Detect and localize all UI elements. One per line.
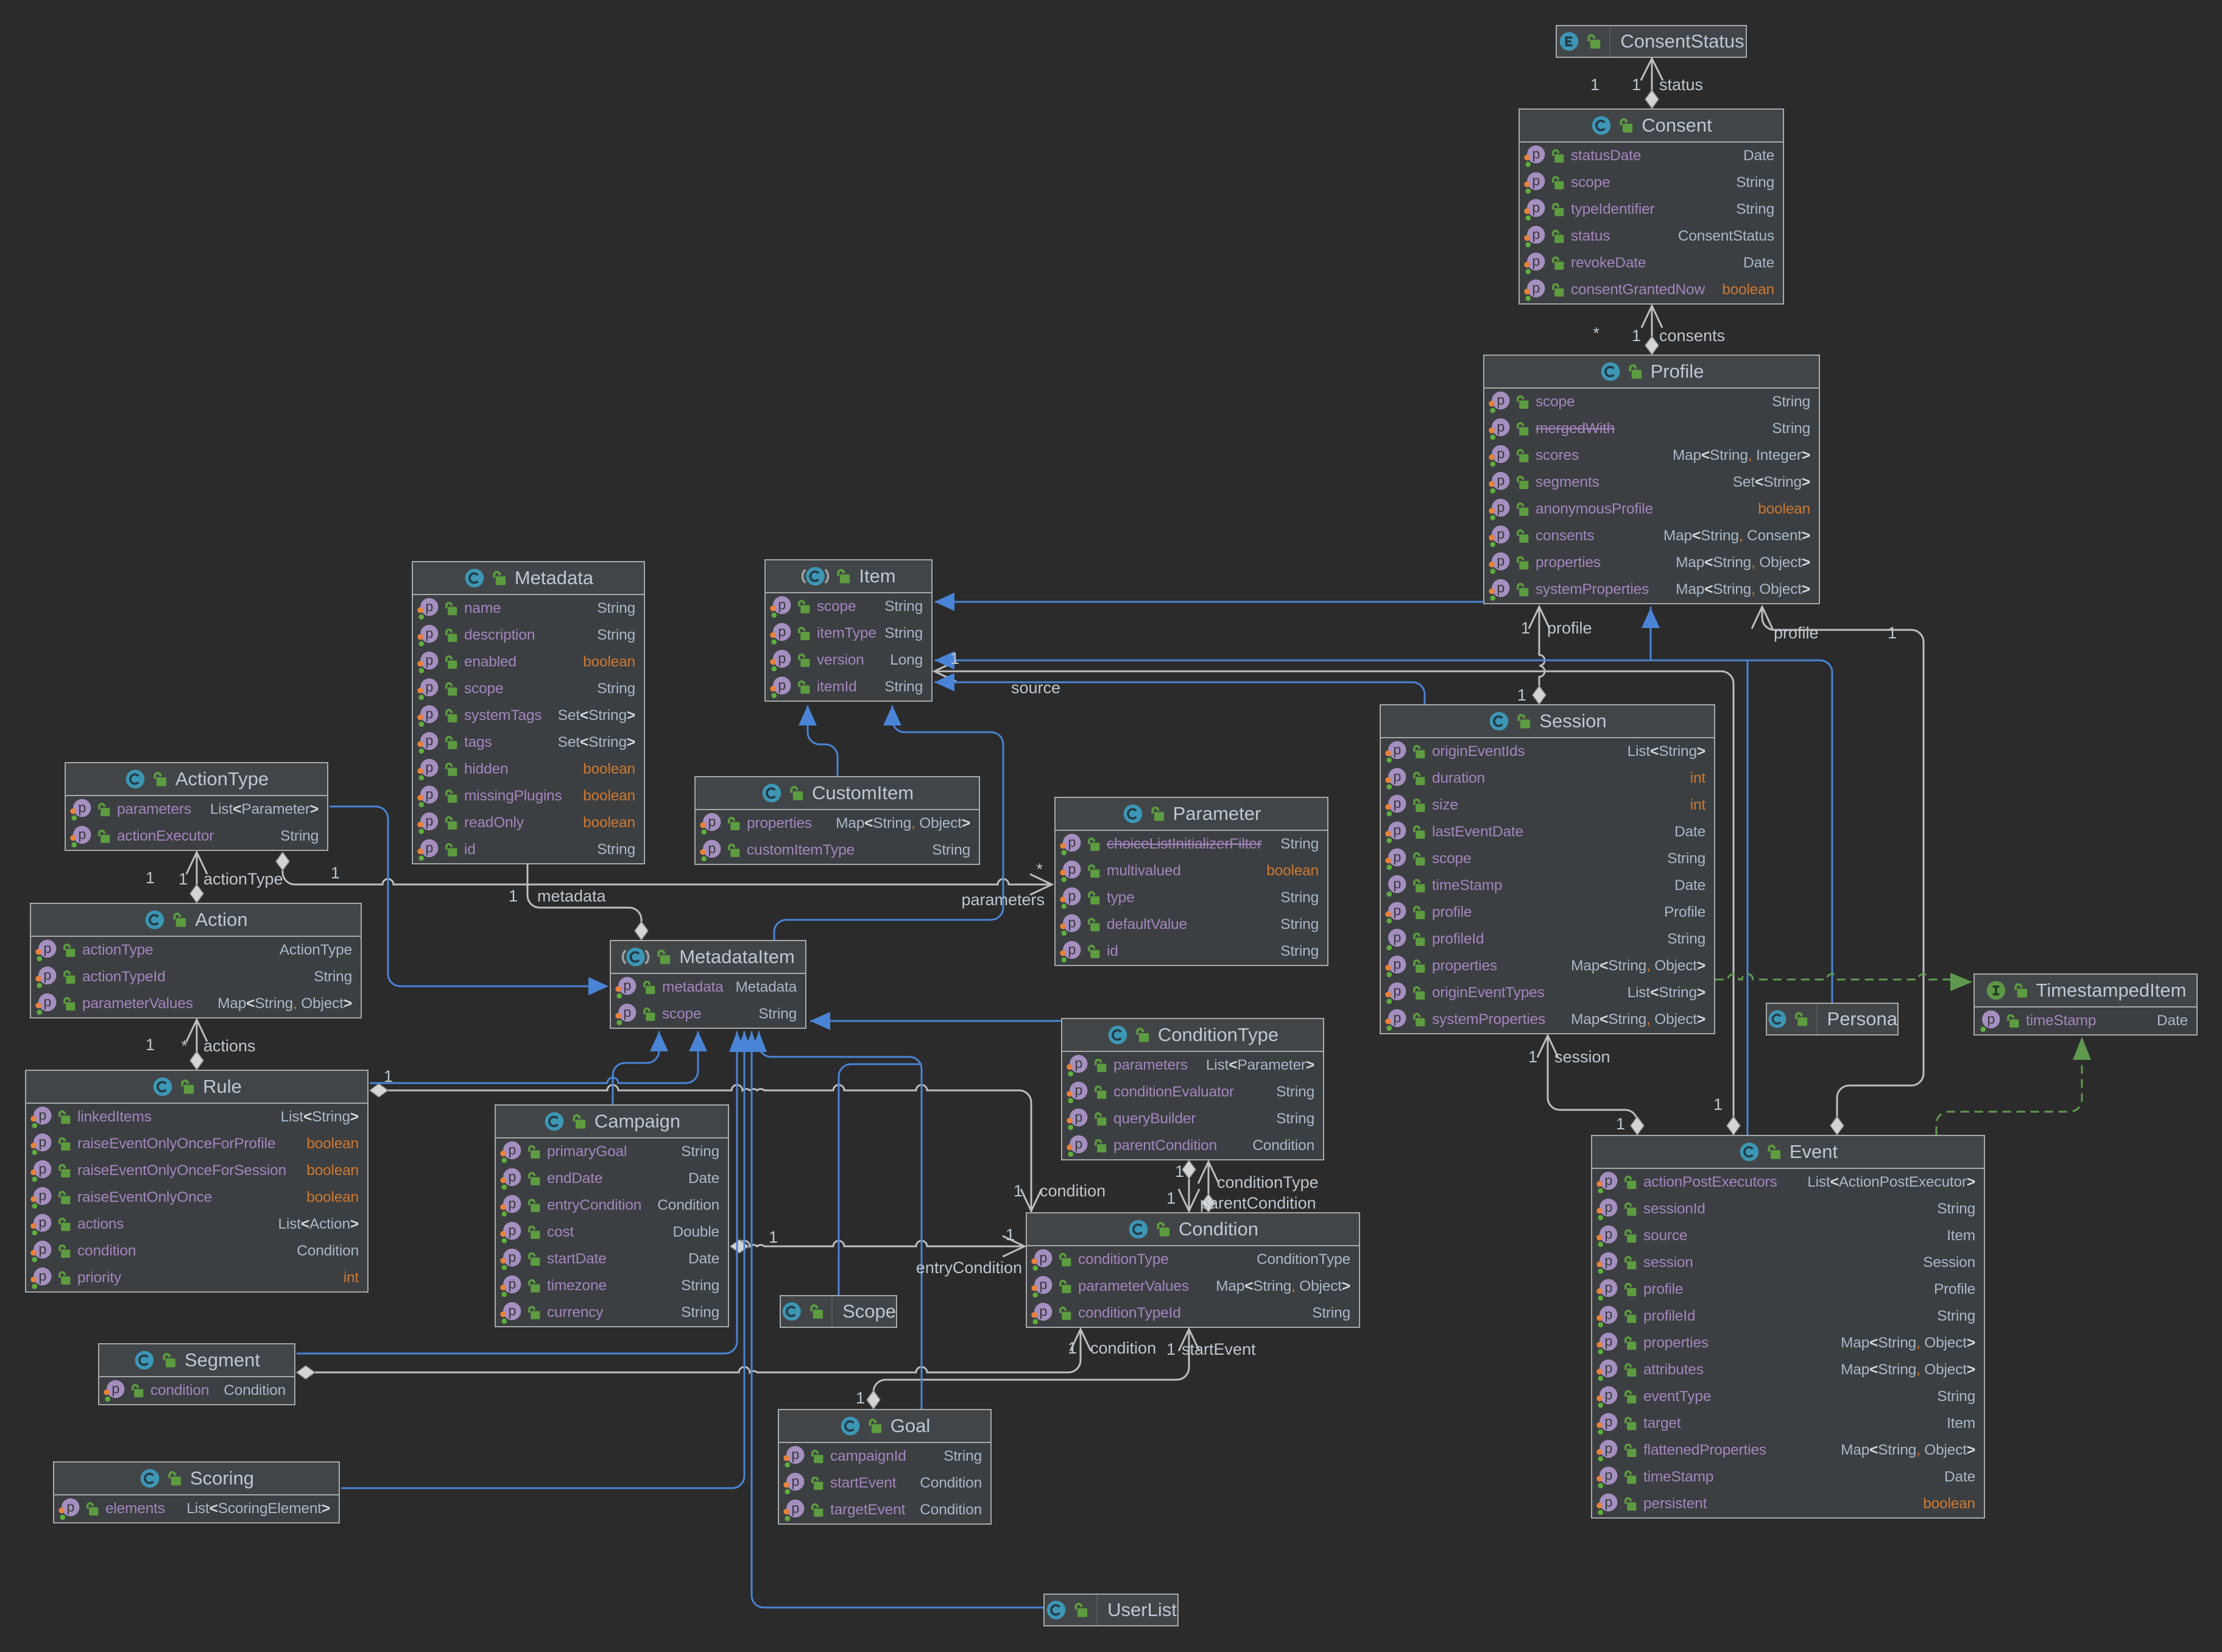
svg-text:parameters: parameters <box>961 891 1045 909</box>
svg-text:startEvent: startEvent <box>1182 1340 1256 1358</box>
svg-text:1: 1 <box>950 649 959 668</box>
svg-text:1: 1 <box>509 887 518 905</box>
svg-text:1: 1 <box>384 1067 393 1085</box>
svg-text:entryCondition: entryCondition <box>916 1258 1022 1277</box>
svg-text:1: 1 <box>1528 1048 1537 1066</box>
svg-text:1: 1 <box>1616 1115 1625 1133</box>
svg-text:profile: profile <box>1774 624 1819 642</box>
svg-text:1: 1 <box>146 1036 155 1054</box>
svg-text:1: 1 <box>1166 1189 1176 1207</box>
svg-text:1: 1 <box>1632 76 1641 94</box>
svg-text:consents: consents <box>1659 327 1725 345</box>
svg-text:session: session <box>1554 1048 1610 1066</box>
svg-text:metadata: metadata <box>537 887 607 905</box>
svg-text:conditionType: conditionType <box>1217 1173 1319 1191</box>
svg-text:1: 1 <box>178 870 188 888</box>
svg-text:1: 1 <box>1713 1095 1723 1114</box>
svg-text:*: * <box>1593 324 1599 342</box>
svg-text:1: 1 <box>769 1228 778 1246</box>
svg-text:1: 1 <box>146 869 155 887</box>
svg-text:1: 1 <box>1632 327 1641 345</box>
svg-text:1: 1 <box>856 1389 865 1407</box>
svg-text:condition: condition <box>1040 1182 1106 1200</box>
svg-text:1: 1 <box>1166 1340 1176 1358</box>
svg-text:status: status <box>1659 76 1703 94</box>
svg-text:condition: condition <box>1090 1339 1156 1357</box>
svg-text:1: 1 <box>1888 624 1897 642</box>
svg-text:*: * <box>1036 860 1043 878</box>
svg-text:1: 1 <box>331 864 340 882</box>
svg-text:1: 1 <box>1521 619 1530 637</box>
svg-text:1: 1 <box>1175 1162 1184 1181</box>
svg-text:source: source <box>1011 679 1060 697</box>
svg-text:1: 1 <box>1068 1339 1077 1357</box>
svg-text:*: * <box>181 1037 188 1055</box>
svg-text:1: 1 <box>1590 76 1599 94</box>
svg-text:profile: profile <box>1547 619 1592 637</box>
svg-text:actions: actions <box>203 1037 256 1055</box>
svg-text:1: 1 <box>1006 1226 1015 1244</box>
svg-text:actionType: actionType <box>203 870 283 888</box>
svg-text:1: 1 <box>1517 686 1526 704</box>
svg-text:parentCondition: parentCondition <box>1200 1194 1316 1212</box>
svg-text:1: 1 <box>1014 1182 1023 1200</box>
